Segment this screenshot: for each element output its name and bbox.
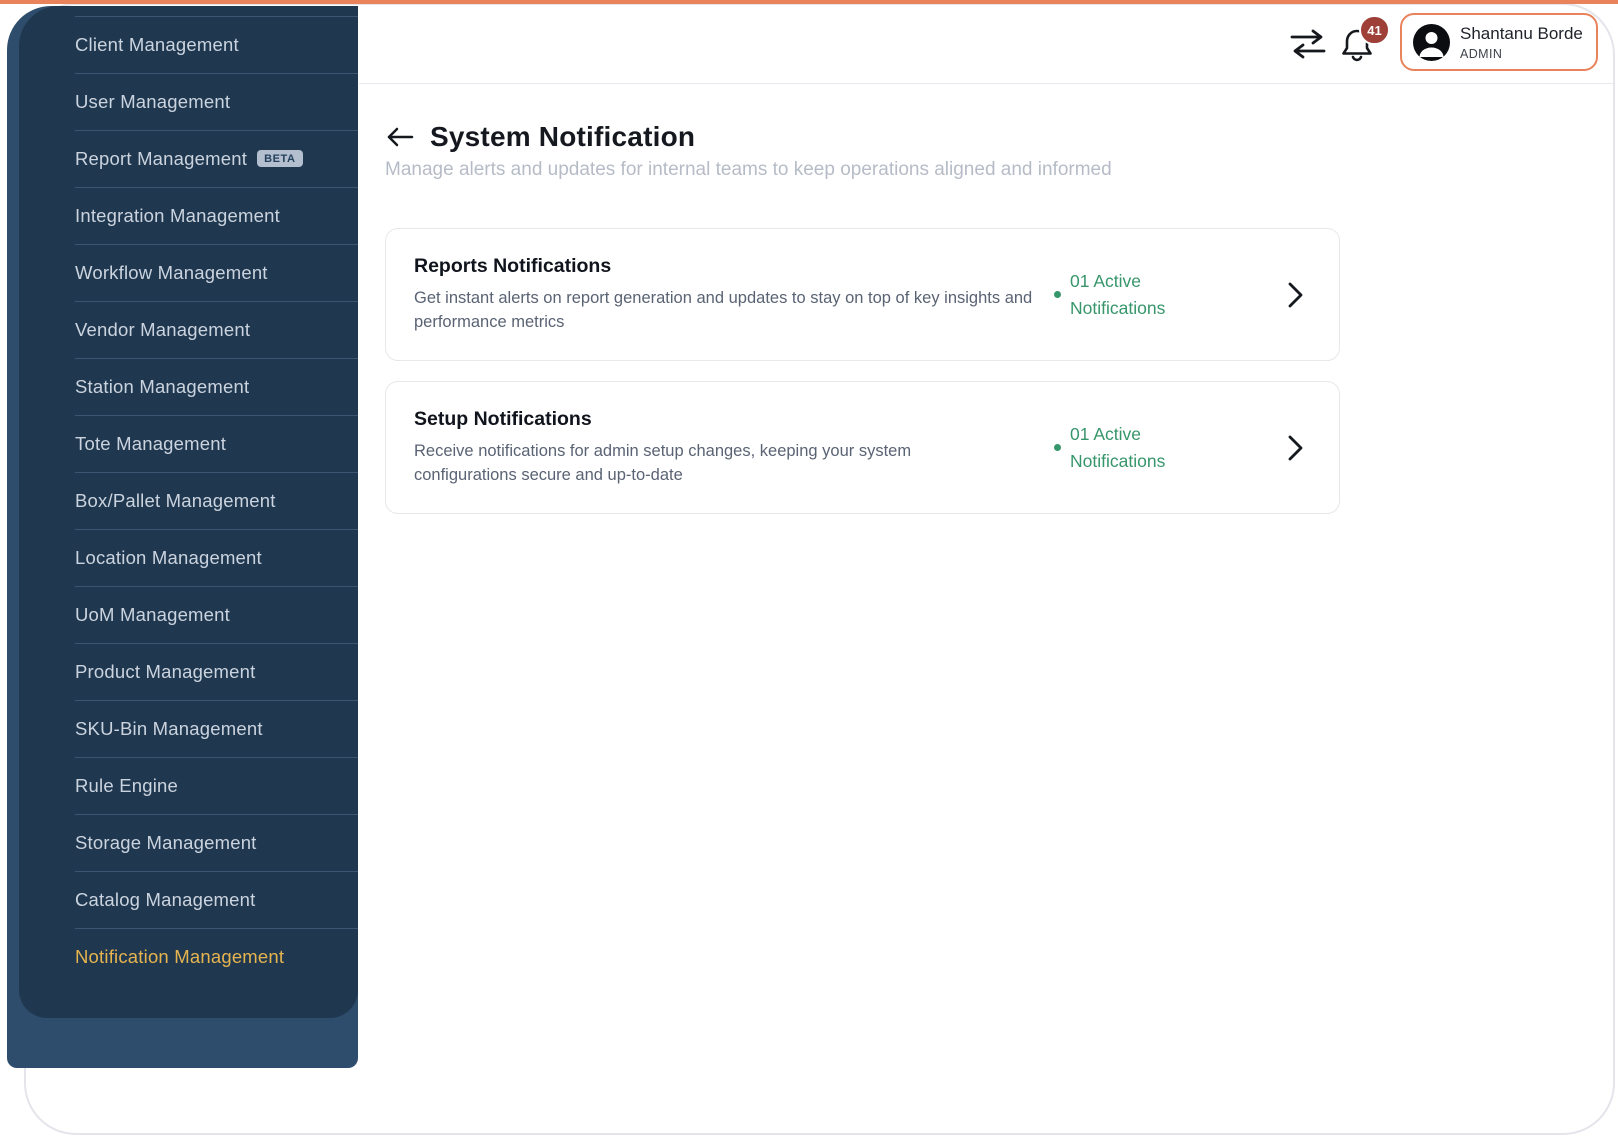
sidebar-item-workflow-management[interactable]: Workflow Management xyxy=(19,244,358,301)
sidebar-item-notification-management[interactable]: Notification Management xyxy=(19,928,358,985)
sidebar-item-label: SKU-Bin Management xyxy=(75,717,263,739)
sidebar-item-label: Workflow Management xyxy=(75,261,268,283)
sidebar-item-label: Integration Management xyxy=(75,204,280,226)
reports-notifications-card[interactable]: Reports Notifications Get instant alerts… xyxy=(385,228,1340,361)
sidebar-item-rule-engine[interactable]: Rule Engine xyxy=(19,757,358,814)
sidebar-item-label: Location Management xyxy=(75,546,262,568)
top-accent-bar xyxy=(0,0,1618,4)
sidebar-item-label: User Management xyxy=(75,90,231,112)
page-title-row: System Notification xyxy=(386,120,695,154)
avatar xyxy=(1413,23,1450,61)
status-text: 01 Active Notifications xyxy=(1070,423,1166,471)
switch-context-icon[interactable] xyxy=(1288,28,1328,60)
sidebar-item-label: Notification Management xyxy=(75,945,285,967)
sidebar-item-label: Catalog Management xyxy=(75,888,256,910)
card-description: Receive notifications for admin setup ch… xyxy=(414,442,912,484)
status-dot-icon xyxy=(1054,291,1061,298)
sidebar-item-label: Box/Pallet Management xyxy=(75,489,276,511)
sidebar-item-storage-management[interactable]: Storage Management xyxy=(19,814,358,871)
card-title: Reports Notifications xyxy=(414,255,612,277)
sidebar-item-vendor-management[interactable]: Vendor Management xyxy=(19,301,358,358)
back-arrow-icon[interactable] xyxy=(386,120,414,154)
sidebar-item-station-management[interactable]: Station Management xyxy=(19,358,358,415)
user-role: ADMIN xyxy=(1460,46,1503,61)
sidebar: Client Management User Management Report M… xyxy=(7,6,358,1068)
sidebar-item-label: UoM Management xyxy=(75,603,230,625)
page-subtitle: Manage alerts and updates for internal t… xyxy=(385,159,1112,180)
sidebar-item-label: Product Management xyxy=(75,660,256,682)
sidebar-item-client-management[interactable]: Client Management xyxy=(19,16,358,73)
notification-count-badge[interactable]: 41 xyxy=(1359,15,1390,45)
chevron-right-icon[interactable] xyxy=(1288,435,1303,461)
active-notifications-status: 01 Active Notifications xyxy=(1054,268,1192,322)
sidebar-item-product-management[interactable]: Product Management xyxy=(19,643,358,700)
sidebar-item-label: Client Management xyxy=(75,33,239,55)
sidebar-item-label: Station Management xyxy=(75,375,250,397)
sidebar-item-integration-management[interactable]: Integration Management xyxy=(19,187,358,244)
sidebar-item-tote-management[interactable]: Tote Management xyxy=(19,415,358,472)
user-name: Shantanu Borde xyxy=(1460,23,1583,43)
sidebar-item-location-management[interactable]: Location Management xyxy=(19,529,358,586)
sidebar-menu-panel: Client Management User Management Report M… xyxy=(19,6,358,1018)
setup-notifications-card[interactable]: Setup Notifications Receive notification… xyxy=(385,381,1340,514)
sidebar-item-label: Report Management xyxy=(75,147,248,169)
status-text: 01 Active Notifications xyxy=(1070,270,1166,318)
user-profile-chip[interactable]: Shantanu Borde ADMIN xyxy=(1400,13,1598,71)
card-title: Setup Notifications xyxy=(414,408,592,430)
sidebar-item-catalog-management[interactable]: Catalog Management xyxy=(19,871,358,928)
beta-badge: BETA xyxy=(257,150,303,167)
page-title: System Notification xyxy=(430,121,696,152)
sidebar-item-uom-management[interactable]: UoM Management xyxy=(19,586,358,643)
sidebar-item-label: Tote Management xyxy=(75,432,227,454)
notification-cards: Reports Notifications Get instant alerts… xyxy=(385,228,1340,514)
sidebar-item-label: Storage Management xyxy=(75,831,257,853)
sidebar-item-user-management[interactable]: User Management xyxy=(19,73,358,130)
sidebar-item-box-pallet-management[interactable]: Box/Pallet Management xyxy=(19,472,358,529)
chevron-right-icon[interactable] xyxy=(1288,282,1303,308)
sidebar-item-report-management[interactable]: Report Management BETA xyxy=(19,130,358,187)
status-dot-icon xyxy=(1054,444,1061,451)
sidebar-item-label: Vendor Management xyxy=(75,318,251,340)
active-notifications-status: 01 Active Notifications xyxy=(1054,421,1192,475)
sidebar-nav: Client Management User Management Report M… xyxy=(19,6,358,985)
card-description: Get instant alerts on report generation … xyxy=(414,289,1033,331)
sidebar-item-sku-bin-management[interactable]: SKU-Bin Management xyxy=(19,700,358,757)
sidebar-item-label: Rule Engine xyxy=(75,774,178,796)
